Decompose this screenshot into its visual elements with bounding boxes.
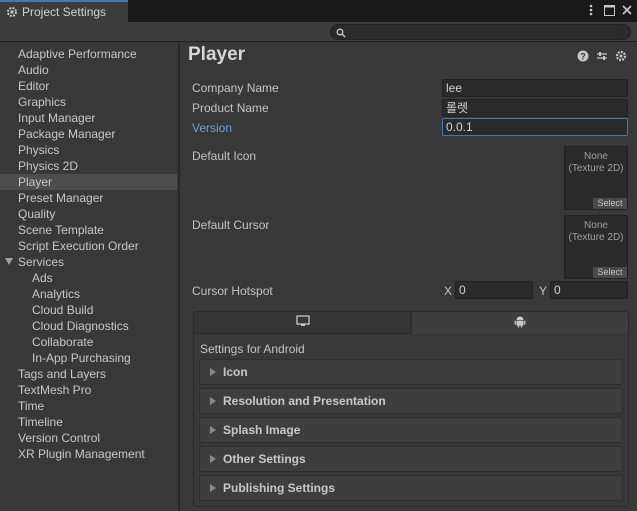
android-icon (514, 315, 526, 331)
expand-triangle-icon[interactable] (5, 258, 13, 265)
sidebar-item-cloud-diagnostics[interactable]: Cloud Diagnostics (0, 318, 177, 334)
hotspot-y-field[interactable]: 0 (550, 281, 628, 299)
section-icon[interactable]: Icon (199, 359, 623, 385)
monitor-icon (295, 315, 310, 330)
page-title: Player (188, 44, 246, 65)
sidebar-item-audio[interactable]: Audio (0, 62, 177, 78)
player-settings-panel: Player ? Company Name lee Product Name 롤… (180, 42, 637, 511)
sidebar-item-tags-and-layers[interactable]: Tags and Layers (0, 366, 177, 382)
default-icon-select-button[interactable]: Select (593, 198, 627, 209)
settings-for-label: Settings for Android (200, 342, 305, 356)
platform-settings-box: Settings for Android Icon Resolution and… (193, 311, 629, 507)
slot-type-text: (Texture 2D) (568, 163, 624, 174)
tab-title: Project Settings (22, 5, 107, 19)
default-cursor-slot[interactable]: None (Texture 2D) Select (564, 215, 628, 279)
close-icon[interactable] (621, 3, 633, 17)
sidebar-item-cloud-build[interactable]: Cloud Build (0, 302, 177, 318)
slot-none-text: None (584, 220, 608, 231)
sidebar-item-version-control[interactable]: Version Control (0, 430, 177, 446)
version-field[interactable]: 0.0.1 (442, 118, 628, 136)
tab-project-settings[interactable]: Project Settings (0, 0, 128, 22)
gear-icon (6, 6, 18, 18)
foldout-arrow-icon (210, 484, 216, 492)
window-tabbar: Project Settings (0, 0, 637, 22)
product-name-label: Product Name (192, 101, 269, 115)
default-icon-label: Default Icon (192, 149, 257, 163)
hotspot-x-field[interactable]: 0 (455, 281, 533, 299)
svg-text:?: ? (580, 51, 586, 61)
sidebar-item-package-manager[interactable]: Package Manager (0, 126, 177, 142)
section-other-settings[interactable]: Other Settings (199, 446, 623, 472)
company-name-label: Company Name (192, 81, 279, 95)
window-controls (585, 3, 633, 17)
section-resolution-and-presentation[interactable]: Resolution and Presentation (199, 388, 623, 414)
default-icon-slot[interactable]: None (Texture 2D) Select (564, 146, 628, 210)
slot-type-text: (Texture 2D) (568, 232, 624, 243)
section-label: Other Settings (223, 452, 306, 466)
section-label: Icon (223, 365, 248, 379)
tab-desktop-platform[interactable] (194, 312, 412, 334)
hotspot-y-label[interactable]: Y (539, 284, 547, 298)
foldout-arrow-icon (210, 397, 216, 405)
sidebar-item-quality[interactable]: Quality (0, 206, 177, 222)
sidebar-item-adaptive-performance[interactable]: Adaptive Performance (0, 46, 177, 62)
foldout-arrow-icon (210, 426, 216, 434)
default-cursor-label: Default Cursor (192, 218, 270, 232)
sidebar-item-collaborate[interactable]: Collaborate (0, 334, 177, 350)
sidebar-item-scene-template[interactable]: Scene Template (0, 222, 177, 238)
sidebar-item-preset-manager[interactable]: Preset Manager (0, 190, 177, 206)
search-input[interactable] (330, 24, 631, 40)
foldout-arrow-icon (210, 455, 216, 463)
sidebar-item-analytics[interactable]: Analytics (0, 286, 177, 302)
kebab-menu-icon[interactable] (585, 3, 597, 17)
version-label: Version (192, 121, 233, 135)
help-icon[interactable]: ? (577, 50, 589, 62)
sidebar-item-physics[interactable]: Physics (0, 142, 177, 158)
section-label: Publishing Settings (223, 481, 336, 495)
hotspot-x-label[interactable]: X (444, 284, 452, 298)
slot-none-text: None (584, 151, 608, 162)
sidebar-item-script-execution-order[interactable]: Script Execution Order (0, 238, 177, 254)
cursor-hotspot-label: Cursor Hotspot (192, 284, 273, 298)
sidebar-item-ads[interactable]: Ads (0, 270, 177, 286)
sidebar-item-xr-plugin-management[interactable]: XR Plugin Management (0, 446, 177, 462)
sidebar-item-graphics[interactable]: Graphics (0, 94, 177, 110)
sidebar-item-player[interactable]: Player (0, 174, 177, 190)
sidebar-item-editor[interactable]: Editor (0, 78, 177, 94)
sidebar-item-time[interactable]: Time (0, 398, 177, 414)
section-publishing-settings[interactable]: Publishing Settings (199, 475, 623, 501)
sidebar-item-textmesh-pro[interactable]: TextMesh Pro (0, 382, 177, 398)
maximize-icon[interactable] (603, 3, 615, 17)
settings-sidebar: Adaptive Performance Audio Editor Graphi… (0, 42, 177, 511)
section-splash-image[interactable]: Splash Image (199, 417, 623, 443)
section-label: Resolution and Presentation (223, 394, 386, 408)
title-icons: ? (577, 50, 627, 62)
project-settings-window: Project Settings Adaptive Performance Au… (0, 0, 637, 511)
sidebar-item-label: Services (18, 255, 65, 269)
tab-android-platform[interactable] (412, 312, 628, 334)
sidebar-item-timeline[interactable]: Timeline (0, 414, 177, 430)
settings-toolbar (0, 22, 637, 42)
sidebar-item-in-app-purchasing[interactable]: In-App Purchasing (0, 350, 177, 366)
search-icon (336, 27, 346, 38)
gear-icon[interactable] (615, 50, 627, 62)
sidebar-item-input-manager[interactable]: Input Manager (0, 110, 177, 126)
default-cursor-select-button[interactable]: Select (593, 267, 627, 278)
sidebar-item-physics-2d[interactable]: Physics 2D (0, 158, 177, 174)
product-name-field[interactable]: 롤렛 (442, 99, 628, 117)
section-label: Splash Image (223, 423, 301, 437)
sidebar-item-services[interactable]: Services (0, 254, 177, 270)
sliders-icon[interactable] (596, 50, 608, 62)
company-name-field[interactable]: lee (442, 79, 628, 97)
foldout-arrow-icon (210, 368, 216, 376)
